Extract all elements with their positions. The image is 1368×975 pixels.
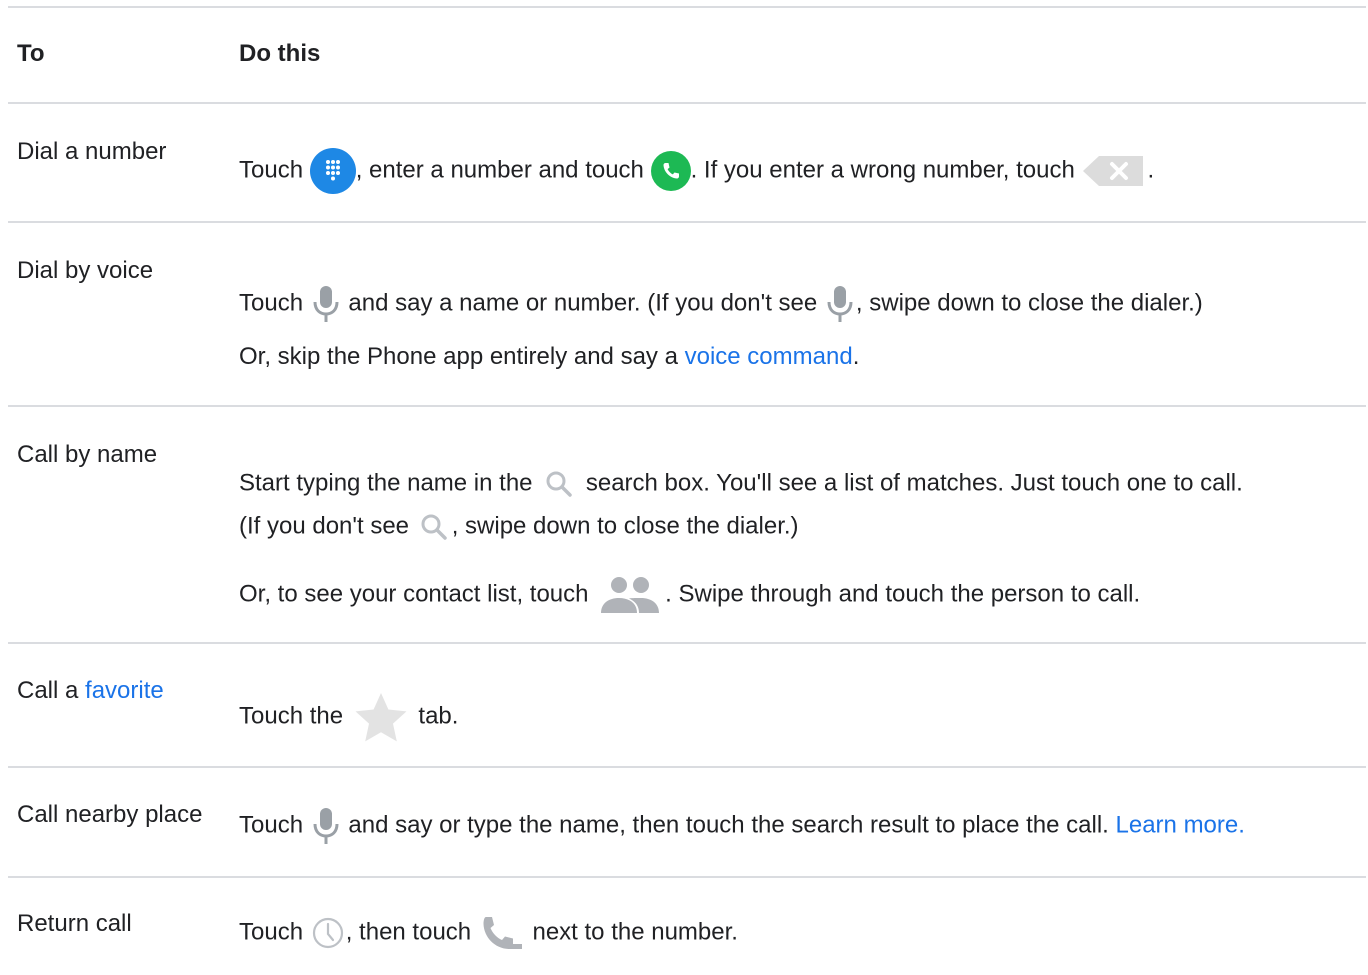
call-icon [650,151,691,191]
table-divider-header [8,102,1366,104]
table-divider-row-2 [8,405,1366,407]
microphone-icon [310,283,342,325]
table-divider-row-3 [8,642,1366,644]
phone-handset-icon [478,914,526,952]
row-instructions-dial-a-number: Touch , enter a number and touch . If yo… [239,148,1154,194]
search-icon [539,467,579,501]
search-icon [416,510,452,544]
row-instructions-return-call: Touch , then touch next to the number. [239,914,738,952]
clock-icon [310,915,346,951]
table-divider-row-5 [8,876,1366,878]
row-label-call-a-favorite: Call a favorite [17,677,164,704]
microphone-icon [824,283,856,325]
table-divider-row-1 [8,221,1366,223]
row-label-dial-a-number: Dial a number [17,138,167,165]
column-header-to: To [17,40,45,67]
learn-more-link[interactable]: Learn more. [1116,811,1245,838]
star-icon [350,689,412,745]
row-label-return-call: Return call [17,910,132,937]
microphone-icon [310,805,342,847]
table-divider-top [8,6,1366,8]
row-instructions-call-by-name: Start typing the name in the search box.… [239,467,1243,501]
backspace-icon [1081,154,1147,188]
row-instructions-call-by-name-line-2: (If you don't see , swipe down to close … [239,510,799,544]
row-label-call-by-name: Call by name [17,441,158,468]
contacts-icon [595,573,665,617]
favorite-link[interactable]: favorite [85,677,164,704]
table-divider-row-4 [8,766,1366,768]
row-instructions-call-a-favorite: Touch the tab. [239,689,458,745]
row-instructions-dial-by-voice: Touch and say a name or number. (If you … [239,283,1203,325]
row-instructions-call-by-name-alt: Or, to see your contact list, touch . Sw… [239,573,1140,617]
row-label-call-nearby-place: Call nearby place [17,801,203,828]
row-label-dial-by-voice: Dial by voice [17,257,154,284]
voice-command-link[interactable]: voice command [685,343,853,370]
row-instructions-dial-by-voice-alt: Or, skip the Phone app entirely and say … [239,343,860,370]
column-header-do-this: Do this [239,40,321,67]
dialpad-icon [309,148,356,194]
row-instructions-call-nearby-place: Touch and say or type the name, then tou… [239,805,1245,847]
